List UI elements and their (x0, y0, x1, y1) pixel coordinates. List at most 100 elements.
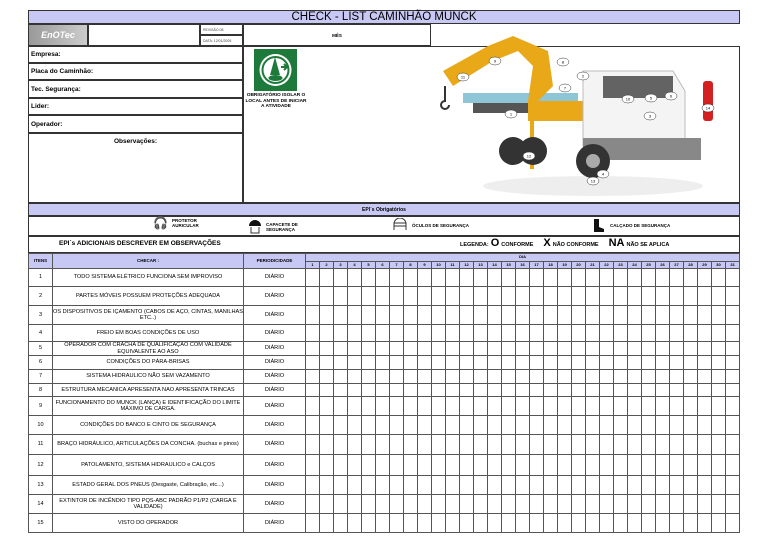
day-check-cell[interactable] (333, 513, 348, 533)
day-check-cell[interactable] (333, 268, 348, 287)
day-check-cell[interactable] (697, 415, 712, 435)
day-check-cell[interactable] (599, 355, 614, 370)
day-check-cell[interactable] (333, 369, 348, 384)
day-check-cell[interactable] (375, 396, 390, 416)
day-check-cell[interactable] (347, 355, 362, 370)
day-check-cell[interactable] (445, 268, 460, 287)
day-check-cell[interactable] (724, 513, 741, 533)
day-check-cell[interactable] (305, 396, 320, 416)
day-check-cell[interactable] (543, 475, 558, 495)
day-check-cell[interactable] (529, 369, 544, 384)
day-check-cell[interactable] (697, 434, 712, 455)
day-check-cell[interactable] (571, 415, 586, 435)
month-field[interactable]: MÊS (243, 24, 431, 46)
day-check-cell[interactable] (319, 513, 334, 533)
day-check-cell[interactable] (487, 286, 502, 306)
day-check-cell[interactable] (599, 286, 614, 306)
day-check-cell[interactable] (473, 434, 488, 455)
day-check-cell[interactable] (711, 513, 726, 533)
day-check-cell[interactable] (459, 475, 474, 495)
day-check-cell[interactable] (319, 286, 334, 306)
day-check-cell[interactable] (473, 475, 488, 495)
day-check-cell[interactable] (585, 415, 600, 435)
day-check-cell[interactable] (571, 383, 586, 397)
day-check-cell[interactable] (333, 286, 348, 306)
day-check-cell[interactable] (403, 494, 418, 514)
day-check-cell[interactable] (459, 415, 474, 435)
day-check-cell[interactable] (459, 494, 474, 514)
day-check-cell[interactable] (711, 454, 726, 476)
day-check-cell[interactable] (375, 341, 390, 356)
day-check-cell[interactable] (487, 341, 502, 356)
day-check-cell[interactable] (487, 475, 502, 495)
day-check-cell[interactable] (529, 396, 544, 416)
day-check-cell[interactable] (697, 396, 712, 416)
day-check-cell[interactable] (319, 341, 334, 356)
day-check-cell[interactable] (697, 454, 712, 476)
day-check-cell[interactable] (417, 305, 432, 325)
day-check-cell[interactable] (724, 286, 741, 306)
day-check-cell[interactable] (361, 415, 376, 435)
day-check-cell[interactable] (501, 434, 516, 455)
day-check-cell[interactable] (613, 286, 628, 306)
day-check-cell[interactable] (389, 494, 404, 514)
day-check-cell[interactable] (641, 475, 656, 495)
day-check-cell[interactable] (529, 475, 544, 495)
day-check-cell[interactable] (501, 305, 516, 325)
day-check-cell[interactable] (697, 383, 712, 397)
day-check-cell[interactable] (557, 369, 572, 384)
day-check-cell[interactable] (669, 268, 684, 287)
day-check-cell[interactable] (669, 324, 684, 342)
day-check-cell[interactable] (683, 341, 698, 356)
day-check-cell[interactable] (347, 434, 362, 455)
day-check-cell[interactable] (571, 268, 586, 287)
day-check-cell[interactable] (669, 454, 684, 476)
day-check-cell[interactable] (711, 434, 726, 455)
day-check-cell[interactable] (515, 268, 530, 287)
day-check-cell[interactable] (683, 396, 698, 416)
day-check-cell[interactable] (627, 383, 642, 397)
day-check-cell[interactable] (711, 475, 726, 495)
day-check-cell[interactable] (585, 268, 600, 287)
day-check-cell[interactable] (431, 454, 446, 476)
day-check-cell[interactable] (557, 475, 572, 495)
day-check-cell[interactable] (655, 286, 670, 306)
day-check-cell[interactable] (599, 341, 614, 356)
day-check-cell[interactable] (599, 383, 614, 397)
day-check-cell[interactable] (683, 475, 698, 495)
day-check-cell[interactable] (571, 475, 586, 495)
day-check-cell[interactable] (445, 434, 460, 455)
day-check-cell[interactable] (501, 475, 516, 495)
day-check-cell[interactable] (305, 369, 320, 384)
day-check-cell[interactable] (375, 513, 390, 533)
day-check-cell[interactable] (711, 383, 726, 397)
day-check-cell[interactable] (403, 513, 418, 533)
day-check-cell[interactable] (627, 415, 642, 435)
day-check-cell[interactable] (669, 513, 684, 533)
day-check-cell[interactable] (669, 305, 684, 325)
day-check-cell[interactable] (543, 369, 558, 384)
day-check-cell[interactable] (641, 454, 656, 476)
day-check-cell[interactable] (585, 369, 600, 384)
day-check-cell[interactable] (571, 324, 586, 342)
day-check-cell[interactable] (361, 494, 376, 514)
day-check-cell[interactable] (473, 454, 488, 476)
company-field[interactable]: Empresa: (28, 46, 243, 63)
day-check-cell[interactable] (613, 415, 628, 435)
day-check-cell[interactable] (459, 324, 474, 342)
day-check-cell[interactable] (515, 305, 530, 325)
day-check-cell[interactable] (333, 355, 348, 370)
day-check-cell[interactable] (585, 434, 600, 455)
day-check-cell[interactable] (711, 396, 726, 416)
day-check-cell[interactable] (613, 341, 628, 356)
day-check-cell[interactable] (473, 341, 488, 356)
day-check-cell[interactable] (417, 396, 432, 416)
day-check-cell[interactable] (347, 454, 362, 476)
day-check-cell[interactable] (515, 355, 530, 370)
day-check-cell[interactable] (529, 305, 544, 325)
day-check-cell[interactable] (459, 434, 474, 455)
day-check-cell[interactable] (599, 475, 614, 495)
day-check-cell[interactable] (627, 513, 642, 533)
day-check-cell[interactable] (417, 513, 432, 533)
day-check-cell[interactable] (724, 475, 741, 495)
